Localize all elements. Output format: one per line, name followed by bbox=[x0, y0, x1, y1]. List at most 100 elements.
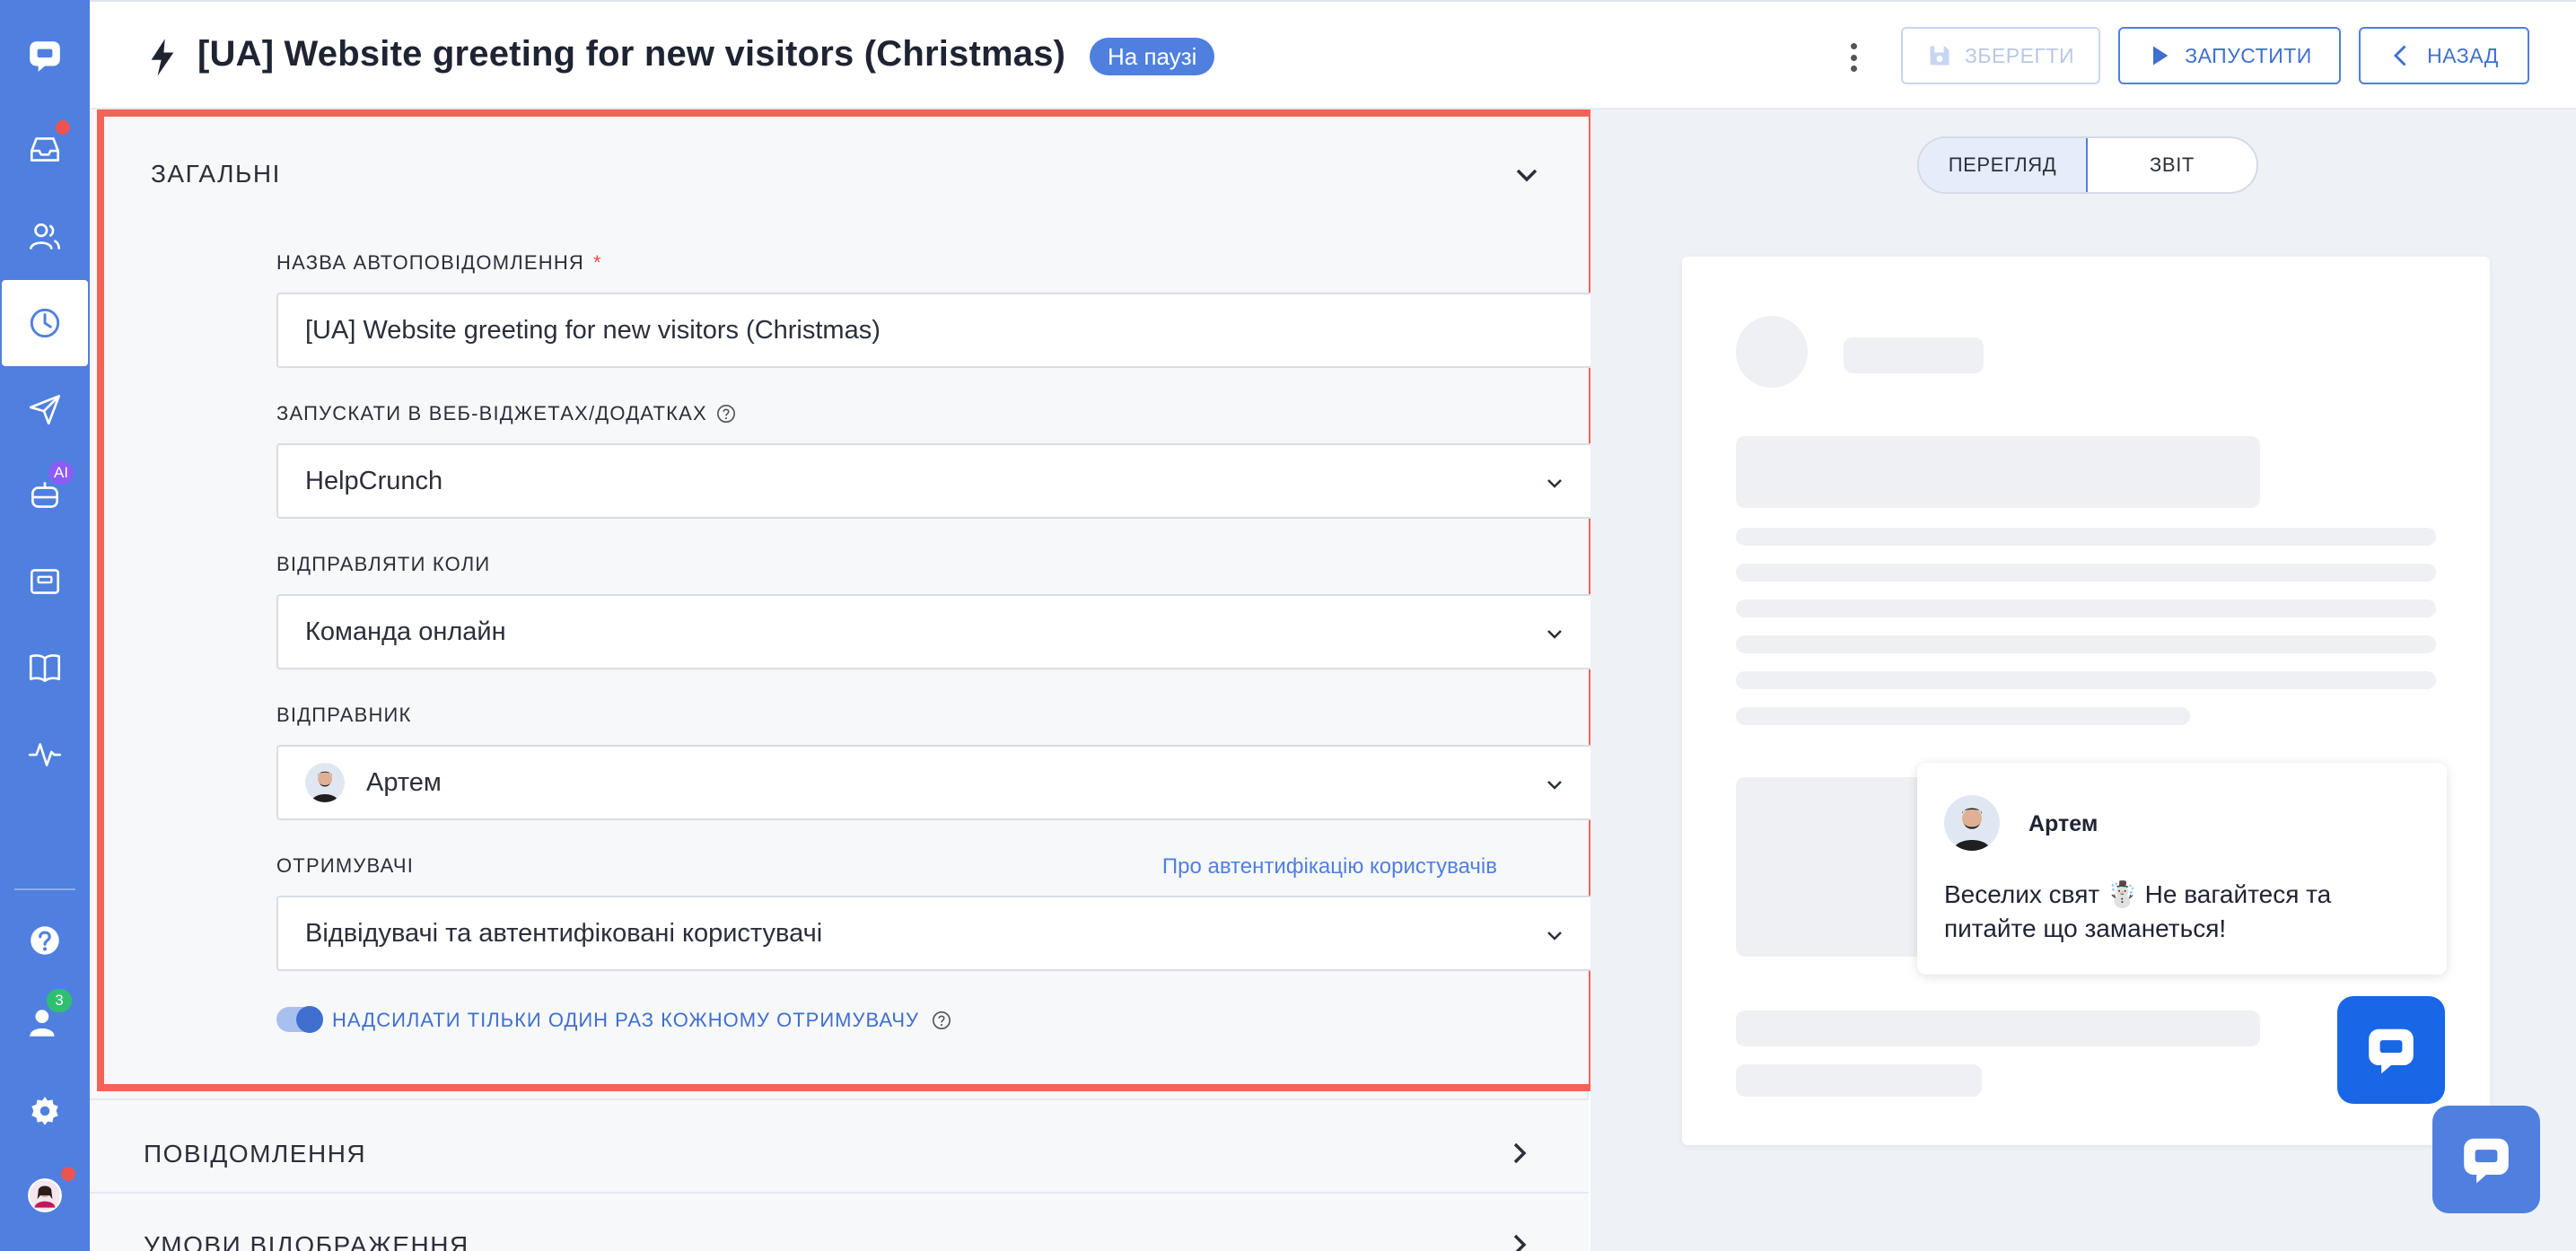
sidebar-item-campaigns[interactable] bbox=[0, 366, 90, 452]
send-icon bbox=[29, 394, 61, 425]
name-label: НАЗВА АВТОПОВІДОМЛЕННЯ * bbox=[276, 251, 602, 275]
profile-status-dot bbox=[59, 1165, 77, 1183]
preview-panel: ПЕРЕГЛЯД ЗВІТ Артем Веселих свят ☃️ Не в… bbox=[1590, 109, 2576, 1251]
send-once-label: НАДСИЛАТИ ТІЛЬКИ ОДИН РАЗ КОЖНОМУ ОТРИМУ… bbox=[332, 1009, 951, 1032]
chevron-down-icon[interactable] bbox=[1513, 162, 1540, 188]
unread-dot bbox=[54, 118, 72, 136]
sidebar-item-settings[interactable] bbox=[0, 1068, 90, 1154]
send-when-select-value: Команда онлайн bbox=[305, 617, 506, 646]
widgets-label: ЗАПУСКАТИ В ВЕБ-ВІДЖЕТАХ/ДОДАТКАХ bbox=[276, 402, 736, 425]
avatar-icon bbox=[28, 1178, 62, 1212]
sidebar-item-reports[interactable] bbox=[0, 711, 90, 797]
question-icon bbox=[31, 926, 59, 955]
sender-avatar bbox=[305, 763, 345, 802]
display-conditions-title: УМОВИ ВІДОБРАЖЕННЯ bbox=[144, 1231, 469, 1251]
lightning-icon bbox=[151, 39, 174, 76]
sidebar-item-widget[interactable] bbox=[0, 538, 90, 625]
sidebar-item-ai-bot[interactable]: AI bbox=[0, 452, 90, 538]
recipients-label: ОТРИМУВАЧІ bbox=[276, 854, 415, 877]
help-circle-icon[interactable] bbox=[716, 404, 736, 424]
send-when-label: ВІДПРАВЛЯТИ КОЛИ bbox=[276, 553, 491, 575]
widgets-select-value: HelpCrunch bbox=[305, 466, 443, 495]
messages-section[interactable]: ПОВІДОМЛЕННЯ bbox=[90, 1098, 1589, 1206]
chat-bubble-icon bbox=[2369, 1028, 2414, 1074]
sender-label: ВІДПРАВНИК bbox=[276, 704, 412, 726]
skeleton-avatar bbox=[1736, 316, 1808, 388]
auth-info-link[interactable]: Про автентифікацію користувачів bbox=[1162, 854, 1497, 879]
chevron-down-icon bbox=[1547, 781, 1562, 790]
status-badge: На паузі bbox=[1090, 38, 1215, 75]
required-marker: * bbox=[593, 251, 602, 274]
tab-report[interactable]: ЗВІТ bbox=[2088, 138, 2256, 192]
chevron-down-icon bbox=[1547, 932, 1562, 940]
chevron-left-icon bbox=[2394, 45, 2406, 66]
skeleton-line bbox=[1736, 564, 2436, 582]
ai-badge: AI bbox=[48, 461, 74, 485]
chevron-down-icon bbox=[1547, 630, 1562, 639]
sidebar-item-automessages[interactable] bbox=[2, 280, 88, 366]
logo-chat-icon[interactable] bbox=[0, 13, 90, 99]
widgets-select[interactable]: HelpCrunch bbox=[276, 443, 1594, 519]
save-button-label: ЗБЕРЕГТИ bbox=[1964, 43, 2075, 67]
chat-launcher-button[interactable] bbox=[2337, 996, 2445, 1104]
skeleton-block bbox=[1736, 436, 2260, 508]
recipients-select[interactable]: Відвідувачі та автентифіковані користува… bbox=[276, 896, 1594, 971]
help-circle-icon[interactable] bbox=[932, 1010, 951, 1030]
person-avatar-icon bbox=[1944, 795, 2000, 851]
general-section: ЗАГАЛЬНІ НАЗВА АВТОПОВІДОМЛЕННЯ * [UA] W… bbox=[97, 109, 1596, 1091]
display-conditions-section[interactable]: УМОВИ ВІДОБРАЖЕННЯ bbox=[90, 1192, 1589, 1251]
sender-select-value: Артем bbox=[366, 767, 442, 797]
run-button-label: ЗАПУСТИТИ bbox=[2185, 43, 2312, 67]
skeleton-line bbox=[1736, 671, 2436, 689]
send-when-select[interactable]: Команда онлайн bbox=[276, 594, 1594, 669]
website-preview: Артем Веселих свят ☃️ Не вагайтеся та пи… bbox=[1682, 257, 2490, 1145]
sidebar: AI 3 bbox=[0, 0, 90, 1251]
page-title: [UA] Website greeting for new visitors (… bbox=[197, 34, 1066, 74]
sender-name: Артем bbox=[2028, 811, 2098, 836]
skeleton-line bbox=[1736, 1064, 1982, 1097]
sidebar-item-knowledge-base[interactable] bbox=[0, 625, 90, 711]
users-icon bbox=[29, 223, 61, 250]
helpdesk-chat-button[interactable] bbox=[2432, 1106, 2540, 1213]
sidebar-item-team[interactable]: 3 bbox=[0, 980, 90, 1066]
team-badge: 3 bbox=[47, 989, 72, 1012]
sender-avatar bbox=[1944, 795, 2000, 851]
profile-avatar[interactable] bbox=[0, 1152, 90, 1238]
toggle-knob bbox=[296, 1006, 323, 1033]
more-options-icon[interactable] bbox=[1840, 38, 1867, 77]
save-button[interactable]: ЗБЕРЕГТИ bbox=[1901, 27, 2100, 84]
chevron-down-icon bbox=[1547, 479, 1562, 488]
name-input-value: [UA] Website greeting for new visitors (… bbox=[305, 315, 881, 345]
recipients-select-value: Відвідувачі та автентифіковані користува… bbox=[305, 918, 823, 948]
send-once-toggle[interactable] bbox=[276, 1006, 323, 1033]
skeleton-line bbox=[1736, 635, 2436, 653]
floppy-disk-icon bbox=[1930, 46, 1950, 66]
widgets-label-text: ЗАПУСКАТИ В ВЕБ-ВІДЖЕТАХ/ДОДАТКАХ bbox=[276, 402, 707, 424]
activity-icon bbox=[28, 743, 62, 766]
name-label-text: НАЗВА АВТОПОВІДОМЛЕННЯ bbox=[276, 251, 584, 274]
window-icon bbox=[30, 569, 60, 594]
sidebar-item-help[interactable] bbox=[0, 897, 90, 984]
sidebar-item-inbox[interactable] bbox=[0, 106, 90, 192]
skeleton-line bbox=[1736, 1010, 2260, 1046]
chevron-right-icon bbox=[1513, 1142, 1527, 1164]
run-button[interactable]: ЗАПУСТИТИ bbox=[2118, 27, 2341, 84]
tab-preview[interactable]: ПЕРЕГЛЯД bbox=[1919, 138, 2088, 192]
book-icon bbox=[29, 654, 61, 683]
back-button[interactable]: НАЗАД bbox=[2359, 27, 2529, 84]
sender-select[interactable]: Артем bbox=[276, 745, 1594, 820]
view-tabs: ПЕРЕГЛЯД ЗВІТ bbox=[1917, 136, 2258, 194]
helpcrunch-logo-icon bbox=[30, 41, 60, 72]
skeleton-line bbox=[1736, 599, 2436, 617]
page-header: [UA] Website greeting for new visitors (… bbox=[90, 0, 2576, 109]
play-icon bbox=[2153, 46, 2169, 66]
clock-icon bbox=[30, 308, 60, 338]
skeleton-line bbox=[1844, 337, 1984, 373]
name-input[interactable]: [UA] Website greeting for new visitors (… bbox=[276, 293, 1594, 368]
general-section-title: ЗАГАЛЬНІ bbox=[151, 160, 281, 188]
chevron-right-icon bbox=[1513, 1234, 1527, 1251]
person-avatar-icon bbox=[305, 763, 345, 802]
inbox-icon bbox=[30, 137, 60, 162]
settings-panel: ЗАГАЛЬНІ НАЗВА АВТОПОВІДОМЛЕННЯ * [UA] W… bbox=[90, 109, 1596, 1251]
sidebar-item-contacts[interactable] bbox=[0, 194, 90, 280]
